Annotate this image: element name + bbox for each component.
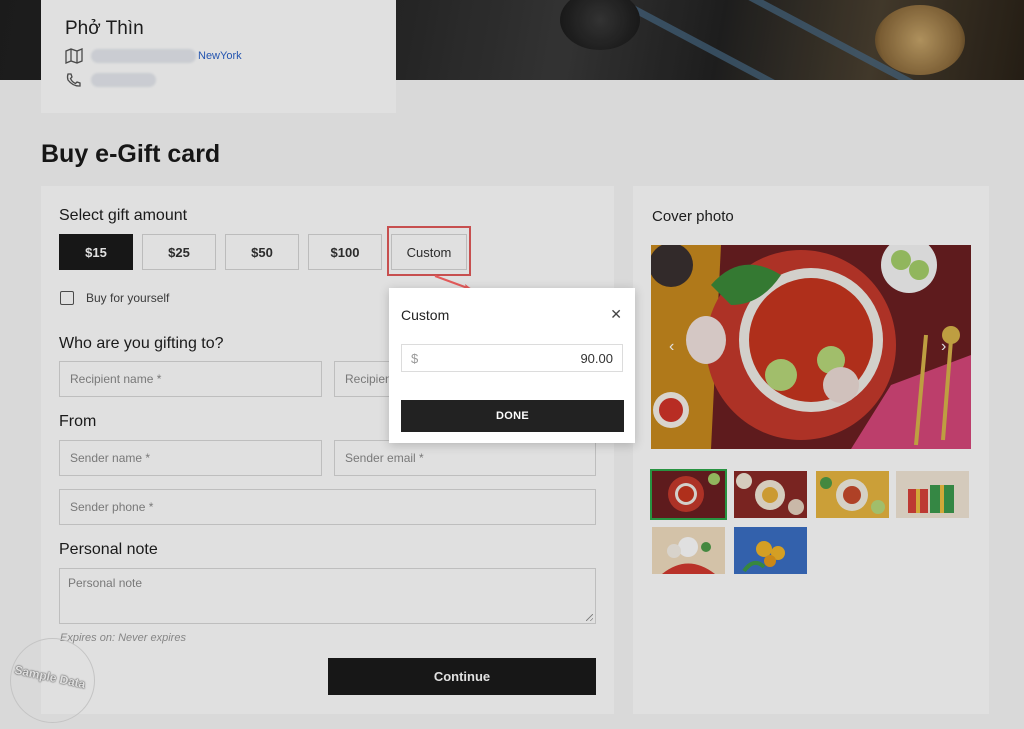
buy-for-yourself-label: Buy for yourself — [86, 291, 170, 305]
gift-form-panel: Select gift amount $15 $25 $50 $100 Cust… — [41, 186, 614, 714]
thumbnail-flowers-food[interactable] — [652, 527, 725, 574]
thumbnail-flowers-food-image — [652, 527, 725, 574]
sender-email-field[interactable]: Sender email * — [334, 440, 596, 476]
recipient-name-field[interactable]: Recipient name * — [59, 361, 322, 397]
page-title: Buy e-Gift card — [41, 140, 221, 168]
phone-icon — [66, 73, 81, 87]
amount-25-button[interactable]: $25 — [142, 234, 216, 270]
restaurant-name: Phở Thìn — [65, 18, 144, 39]
resize-handle-icon[interactable] — [586, 614, 593, 621]
thumbnail-gift-boxes-image — [896, 471, 969, 518]
address-row: NewYork — [65, 48, 372, 64]
thumbnail-pho-bowl[interactable] — [650, 469, 727, 520]
cover-photo-panel: Cover photo ‹ › — [633, 186, 989, 714]
personal-note-placeholder: Personal note — [68, 576, 143, 590]
custom-amount-modal: Custom ✕ $ 90.00 DONE — [389, 288, 635, 443]
thumbnail-pho-bowl-image — [652, 471, 725, 518]
done-button[interactable]: DONE — [401, 400, 624, 432]
sender-name-field[interactable]: Sender name * — [59, 440, 322, 476]
sender-phone-field[interactable]: Sender phone * — [59, 489, 596, 525]
thumbnail-yellow-flowers-image — [734, 527, 807, 574]
continue-button[interactable]: Continue — [328, 658, 596, 695]
phone-row — [65, 72, 372, 88]
modal-title: Custom — [401, 307, 450, 323]
from-heading: From — [59, 413, 97, 430]
cover-photo-heading: Cover photo — [652, 208, 734, 225]
restaurant-info-card: Phở Thìn NewYork — [41, 0, 396, 113]
carousel-prev-icon[interactable]: ‹ — [669, 338, 674, 356]
amount-100-button[interactable]: $100 — [308, 234, 382, 270]
thumbnail-yellow-flowers[interactable] — [734, 527, 807, 574]
personal-note-textarea[interactable]: Personal note — [59, 568, 596, 624]
thumbnail-platter[interactable] — [816, 471, 889, 518]
currency-symbol: $ — [411, 350, 419, 366]
address-blurred — [91, 49, 196, 63]
thumbnail-gift-boxes[interactable] — [896, 471, 969, 518]
select-amount-heading: Select gift amount — [59, 207, 188, 224]
map-icon — [65, 48, 83, 64]
amount-15-button[interactable]: $15 — [59, 234, 133, 270]
buy-for-yourself-checkbox[interactable] — [60, 291, 74, 305]
phone-blurred — [91, 73, 156, 87]
sample-data-watermark: Sample Data — [0, 630, 105, 723]
custom-amount-input[interactable]: $ 90.00 — [401, 344, 623, 372]
thumbnail-dishes-image — [734, 471, 807, 518]
amount-50-button[interactable]: $50 — [225, 234, 299, 270]
custom-highlight-box — [387, 226, 471, 276]
recipient-heading: Who are you gifting to? — [59, 335, 224, 352]
thumbnail-dishes[interactable] — [734, 471, 807, 518]
cover-photo-preview: ‹ › — [651, 245, 971, 449]
personal-note-heading: Personal note — [59, 541, 158, 558]
custom-amount-value: 90.00 — [580, 350, 613, 366]
thumbnail-platter-image — [816, 471, 889, 518]
close-icon[interactable]: ✕ — [610, 306, 622, 323]
pho-bowl-illustration — [651, 245, 971, 449]
carousel-next-icon[interactable]: › — [941, 338, 946, 356]
address-city-link[interactable]: NewYork — [198, 50, 242, 62]
